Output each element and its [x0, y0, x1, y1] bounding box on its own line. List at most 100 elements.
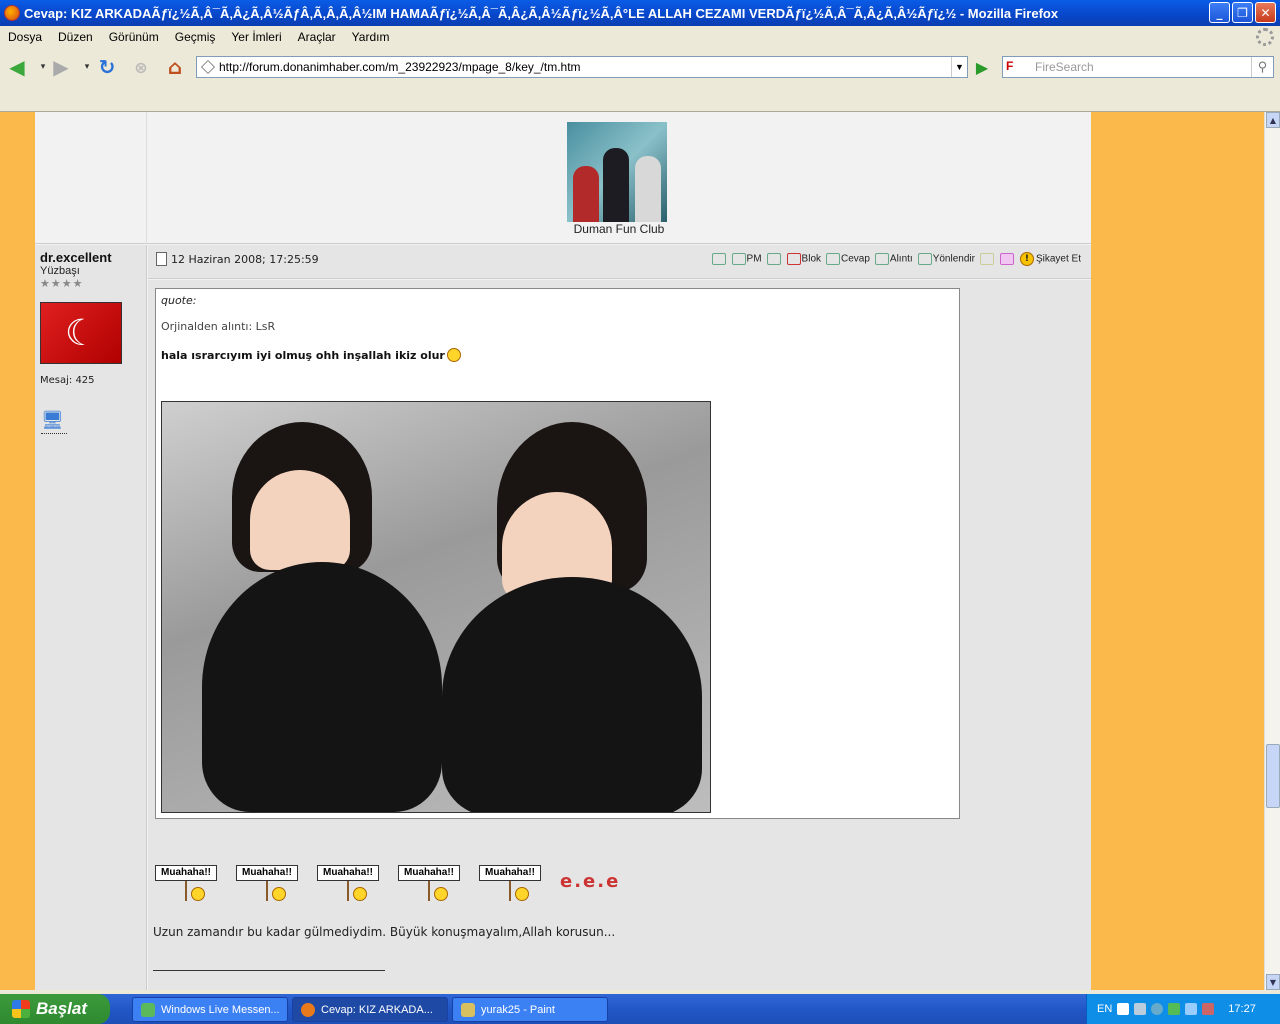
rank-stars: ★★★★: [40, 277, 84, 290]
back-button[interactable]: ◀: [4, 55, 30, 79]
search-icon[interactable]: ⚲: [1251, 57, 1273, 77]
muahaha-emoticon: Muahaha!!: [317, 865, 379, 903]
language-indicator[interactable]: EN: [1097, 1003, 1112, 1015]
task-label: yurak25 - Paint: [481, 1003, 555, 1016]
note-button[interactable]: [979, 253, 995, 265]
previous-post-signature: Duman Fun Club: [35, 112, 1091, 244]
security-icon[interactable]: [1202, 1003, 1215, 1015]
computer-icon[interactable]: 🖥: [41, 410, 67, 434]
search-input[interactable]: F FireSearch ⚲: [1002, 56, 1274, 78]
hand-icon: [786, 253, 801, 265]
report-button[interactable]: ! Şikayet Et: [1019, 252, 1081, 266]
quote-label: quote:: [161, 294, 197, 307]
windows-logo-icon: [12, 1000, 30, 1018]
signature-band-photo: [567, 122, 667, 222]
url-dropdown-icon[interactable]: ▼: [951, 57, 967, 77]
photo-person: [635, 156, 661, 222]
signature-divider: [153, 970, 385, 971]
muahaha-sign-text: Muahaha!!: [317, 865, 379, 881]
laughing-smiley-icon: [272, 887, 286, 901]
reply-button[interactable]: Cevap: [826, 253, 870, 265]
task-paint[interactable]: yurak25 - Paint: [452, 997, 608, 1022]
user-avatar-turkish-flag[interactable]: ☾: [40, 302, 122, 364]
muahaha-emoticon: Muahaha!!: [155, 865, 217, 903]
user-message-count: Mesaj: 425: [40, 375, 95, 386]
reload-button[interactable]: ↻: [94, 55, 120, 79]
post-text: Uzun zamandır bu kadar gülmediydim. Büyü…: [153, 925, 616, 939]
stop-button[interactable]: ⊗: [128, 55, 154, 79]
signature-left-column: [35, 112, 147, 244]
report-label: Şikayet Et: [1035, 253, 1081, 265]
show-hidden-icons-icon[interactable]: [1151, 1003, 1164, 1015]
task-label: Windows Live Messen...: [161, 1003, 280, 1016]
email-button[interactable]: [711, 253, 727, 265]
note-icon: [979, 253, 994, 265]
pm-button[interactable]: PM: [731, 253, 762, 265]
menu-yer-imleri[interactable]: Yer İmleri: [223, 30, 289, 44]
scroll-up-arrow-icon[interactable]: ▲: [1266, 112, 1280, 128]
photo-person: [603, 148, 629, 222]
close-button[interactable]: ✕: [1255, 2, 1276, 23]
paint-icon: [461, 1002, 475, 1017]
muahaha-sign-text: Muahaha!!: [398, 865, 460, 881]
photo-child-outfit: [442, 577, 702, 812]
search-engine-icon[interactable]: F: [1006, 59, 1032, 75]
menu-dosya[interactable]: Dosya: [0, 30, 50, 44]
twins-photo: [161, 401, 711, 813]
help-icon[interactable]: [1117, 1003, 1130, 1015]
reply-label: Cevap: [841, 253, 870, 265]
messenger-tray-icon[interactable]: [1168, 1003, 1181, 1015]
quote-source: Orjinalden alıntı: LsR: [161, 320, 276, 333]
menu-duzen[interactable]: Düzen: [50, 30, 101, 44]
url-bar[interactable]: http://forum.donanimhaber.com/m_23922923…: [196, 56, 968, 78]
menu-araclar[interactable]: Araçlar: [290, 30, 344, 44]
scroll-down-arrow-icon[interactable]: ▼: [1266, 974, 1280, 990]
menu-bar: Dosya Düzen Görünüm Geçmiş Yer İmleri Ar…: [0, 26, 1280, 48]
throbber-icon: [1256, 28, 1274, 46]
search-placeholder: FireSearch: [1035, 60, 1094, 74]
forward-post-button[interactable]: Yönlendir: [917, 253, 975, 265]
menu-gorunum[interactable]: Görünüm: [101, 30, 167, 44]
signature-caption: Duman Fun Club: [573, 222, 665, 236]
folder-icon: [999, 253, 1014, 265]
forward-button[interactable]: ▶: [48, 55, 74, 79]
forward-icon: [917, 253, 932, 265]
post-body: quote: Orjinalden alıntı: LsR hala ısrar…: [148, 280, 1091, 990]
menu-gecmis[interactable]: Geçmiş: [167, 30, 224, 44]
page-icon: [201, 60, 215, 74]
forward-label: Yönlendir: [932, 253, 975, 265]
start-button[interactable]: Başlat: [0, 994, 110, 1024]
post-document-icon: [156, 252, 167, 266]
username-link[interactable]: dr.excellent: [40, 250, 112, 265]
quote-box: quote: Orjinalden alıntı: LsR hala ısrar…: [155, 288, 960, 819]
menu-yardim[interactable]: Yardım: [344, 30, 398, 44]
pm-label: PM: [746, 253, 762, 265]
muahaha-emoticon: Muahaha!!: [479, 865, 541, 903]
pm-icon: [731, 253, 746, 265]
warning-icon: !: [1019, 252, 1034, 266]
clock: 17:27: [1228, 1003, 1256, 1015]
network-icon[interactable]: [1134, 1003, 1147, 1015]
quote-button[interactable]: Alıntı: [874, 253, 913, 265]
block-button[interactable]: Blok: [786, 253, 821, 265]
photo-child-outfit: [202, 562, 442, 812]
restore-button[interactable]: ❐: [1232, 2, 1253, 23]
system-tray: EN 17:27: [1086, 994, 1280, 1024]
forum-page: Duman Fun Club dr.excellent Yüzbaşı ★★★★…: [35, 112, 1091, 990]
task-firefox[interactable]: Cevap: KIZ ARKADA...: [292, 997, 448, 1022]
bookmarks-toolbar: [0, 86, 1280, 112]
task-label: Cevap: KIZ ARKADA...: [321, 1003, 433, 1016]
minimize-button[interactable]: _: [1209, 2, 1230, 23]
home-button[interactable]: ⌂: [162, 55, 188, 79]
quote-button-label: Alıntı: [889, 253, 913, 265]
display-icon[interactable]: [1185, 1003, 1198, 1015]
go-button[interactable]: ▶: [970, 56, 994, 78]
vertical-scrollbar[interactable]: ▲ ▼: [1264, 112, 1280, 990]
folder-button[interactable]: [999, 253, 1015, 265]
scroll-thumb[interactable]: [1266, 744, 1280, 808]
block-label: Blok: [801, 253, 821, 265]
task-windows-live-messenger[interactable]: Windows Live Messen...: [132, 997, 288, 1022]
add-friend-button[interactable]: [766, 253, 782, 265]
window-titlebar: Cevap: KIZ ARKADAÃƒï¿½Ã‚Â¯Ã‚Â¿Ã‚Â½ÃƒÂ‚Ã‚…: [0, 0, 1280, 26]
pointing-smiley-icon: [446, 348, 461, 362]
